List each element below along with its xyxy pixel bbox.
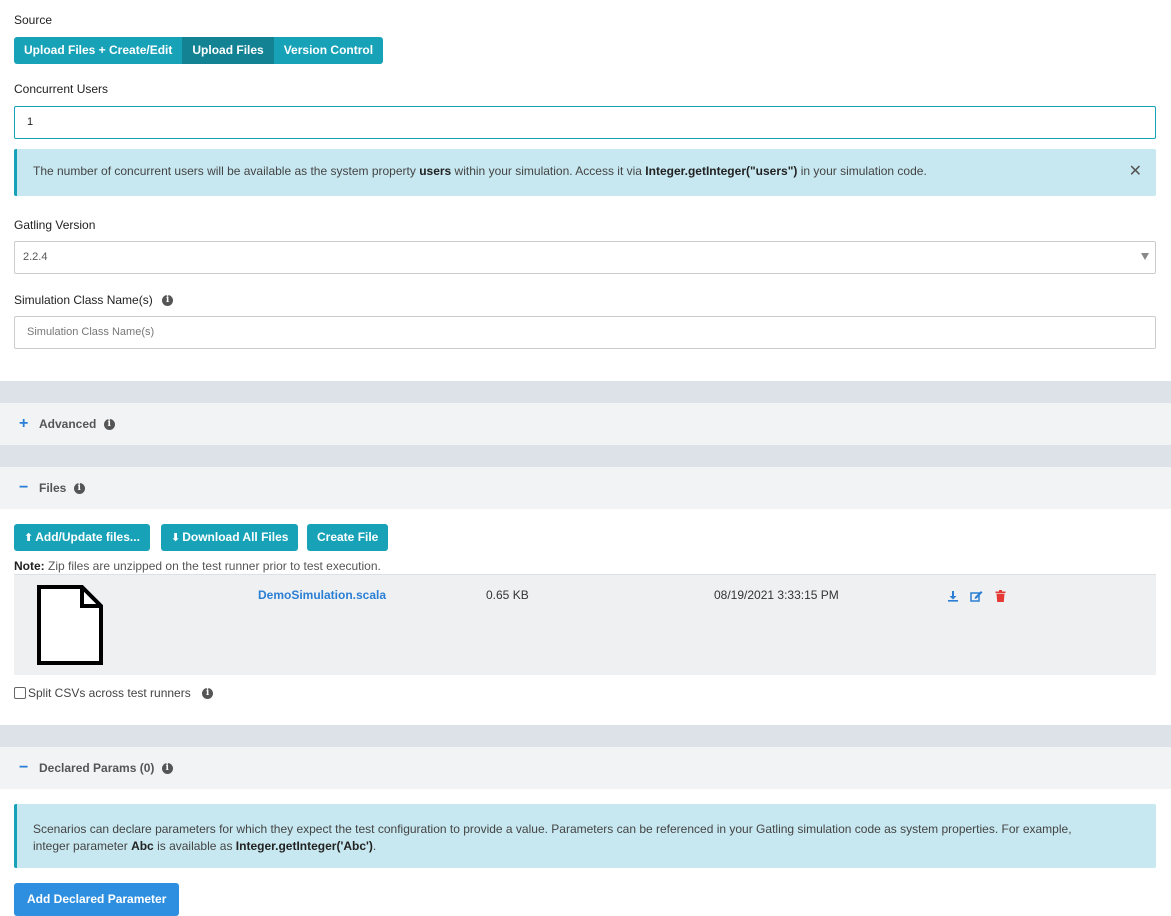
- edit-icon[interactable]: [970, 590, 983, 605]
- close-icon[interactable]: ✕: [1129, 161, 1142, 181]
- info-icon[interactable]: i: [73, 483, 85, 495]
- gatling-version-value: 2.2.4: [23, 251, 48, 263]
- file-size: 0.65 KB: [486, 588, 529, 602]
- note-text: Zip files are unzipped on the test runne…: [44, 559, 381, 573]
- params-info-param: Abc: [131, 839, 154, 853]
- simulation-class-label: Simulation Class Name(s) i: [14, 293, 174, 307]
- download-all-files-button[interactable]: ⬇ Download All Files: [161, 524, 299, 551]
- simulation-class-placeholder: Simulation Class Name(s): [27, 326, 155, 338]
- file-name-link[interactable]: DemoSimulation.scala: [258, 588, 386, 602]
- split-csv-checkbox[interactable]: [14, 687, 26, 699]
- add-update-files-button[interactable]: ⬆ Add/Update files...: [14, 524, 150, 551]
- advanced-title: Advanced i: [39, 417, 115, 431]
- info-code-users: Integer.getInteger("users"): [645, 164, 798, 178]
- file-icon: [37, 585, 103, 665]
- concurrent-users-info: The number of concurrent users will be a…: [14, 149, 1156, 196]
- params-info-prefix: integer parameter: [33, 839, 132, 853]
- source-button-group: Upload Files + Create/Edit Upload Files …: [14, 37, 384, 64]
- note-label: Note:: [14, 559, 45, 573]
- params-info-line1: Scenarios can declare parameters for whi…: [33, 822, 1072, 836]
- files-title: Files i: [39, 481, 85, 495]
- download-icon: ⬇: [171, 532, 181, 544]
- advanced-section-header[interactable]: + Advanced i: [0, 403, 1171, 445]
- files-note: Note: Zip files are unzipped on the test…: [14, 559, 381, 573]
- declared-params-info: Scenarios can declare parameters for whi…: [14, 804, 1156, 868]
- expand-icon[interactable]: +: [19, 415, 28, 433]
- create-file-button[interactable]: Create File: [307, 524, 389, 551]
- files-title-text: Files: [39, 481, 67, 495]
- gatling-version-label: Gatling Version: [14, 218, 96, 232]
- gatling-version-select[interactable]: 2.2.4: [14, 241, 1156, 274]
- concurrent-users-input[interactable]: 1: [14, 106, 1156, 139]
- info-text-prefix: The number of concurrent users will be a…: [33, 164, 420, 178]
- collapse-icon[interactable]: −: [19, 479, 28, 497]
- section-divider: [0, 725, 1171, 747]
- info-icon[interactable]: i: [161, 763, 173, 775]
- info-prop-users: users: [419, 164, 452, 178]
- section-divider: [0, 445, 1171, 467]
- source-label: Source: [14, 13, 53, 27]
- info-icon[interactable]: i: [202, 688, 214, 700]
- info-text-middle: within your simulation. Access it via: [451, 164, 646, 178]
- upload-icon: ⬆: [24, 532, 34, 544]
- source-option-upload-files[interactable]: Upload Files: [182, 37, 274, 64]
- params-info-code: Integer.getInteger('Abc'): [235, 839, 373, 853]
- simulation-class-input[interactable]: Simulation Class Name(s): [14, 316, 1156, 349]
- split-csv-checkbox-row[interactable]: Split CSVs across test runners i: [14, 686, 214, 700]
- advanced-title-text: Advanced: [39, 417, 97, 431]
- download-all-files-label: Download All Files: [182, 530, 289, 544]
- declared-params-title-text: Declared Params (0): [39, 761, 155, 775]
- info-icon[interactable]: i: [103, 419, 115, 431]
- source-option-upload-create-edit[interactable]: Upload Files + Create/Edit: [14, 37, 183, 64]
- chevron-down-icon: [1141, 253, 1149, 260]
- concurrent-users-label: Concurrent Users: [14, 82, 109, 96]
- file-modified-date: 08/19/2021 3:33:15 PM: [714, 588, 839, 602]
- params-info-suffix: .: [372, 839, 377, 853]
- add-declared-parameter-button[interactable]: Add Declared Parameter: [14, 883, 180, 916]
- declared-params-section-header[interactable]: − Declared Params (0) i: [0, 747, 1171, 789]
- section-divider: [0, 381, 1171, 403]
- source-option-version-control[interactable]: Version Control: [273, 37, 384, 64]
- info-text-suffix: in your simulation code.: [797, 164, 927, 178]
- info-icon[interactable]: i: [162, 295, 174, 307]
- params-info-middle: is available as: [153, 839, 236, 853]
- simulation-class-label-text: Simulation Class Name(s): [14, 293, 153, 307]
- file-row: DemoSimulation.scala 0.65 KB 08/19/2021 …: [14, 574, 1156, 675]
- file-actions: [947, 590, 1014, 605]
- files-section-header[interactable]: − Files i: [0, 467, 1171, 509]
- add-update-files-label: Add/Update files...: [35, 530, 140, 544]
- delete-icon[interactable]: [995, 590, 1006, 605]
- declared-params-title: Declared Params (0) i: [39, 761, 173, 775]
- collapse-icon[interactable]: −: [19, 759, 28, 777]
- download-icon[interactable]: [947, 590, 959, 605]
- split-csv-label: Split CSVs across test runners: [28, 686, 191, 700]
